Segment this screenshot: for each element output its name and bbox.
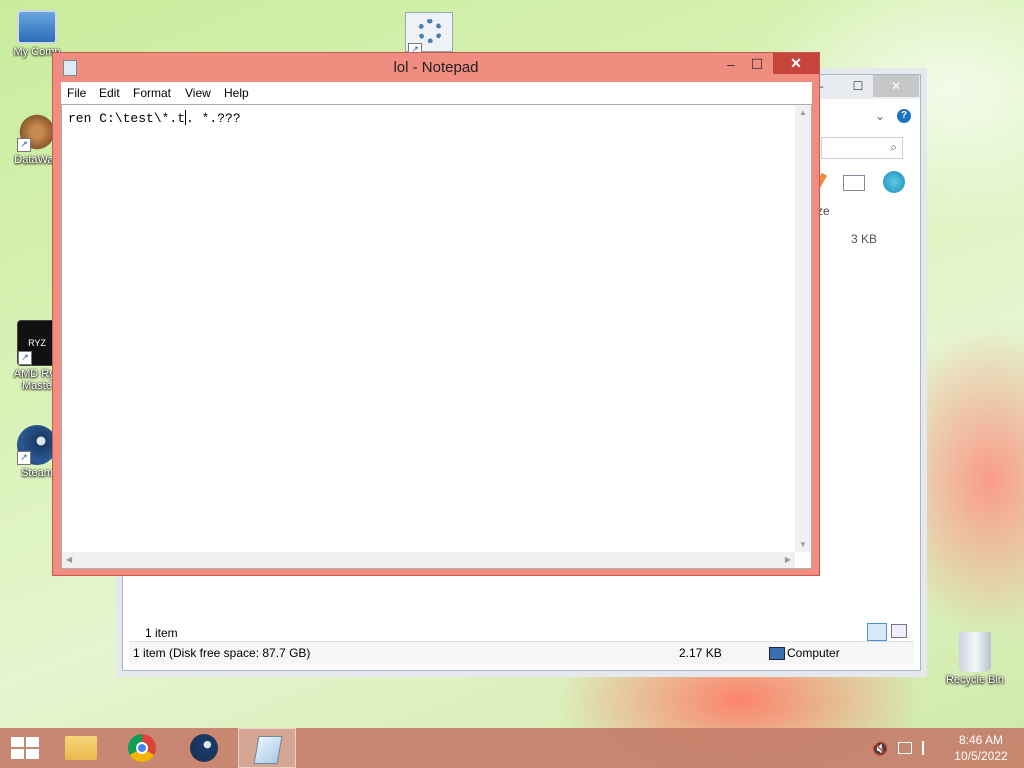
clock[interactable]: 8:46 AM 10/5/2022 [946,728,1016,768]
status-size: 2.17 KB [679,646,722,660]
close-button[interactable]: ✕ [773,53,819,74]
shell-icon[interactable] [883,171,905,193]
scroll-up-icon[interactable]: ▲ [799,108,807,117]
minimize-button[interactable]: – [717,54,745,76]
chevron-down-icon[interactable]: ⌄ [875,109,885,123]
details-view-icon[interactable] [867,623,887,641]
steam-icon [190,734,218,762]
scroll-left-icon[interactable]: ◀ [66,555,72,564]
explorer-search-box[interactable]: ⌕ [821,137,903,159]
text-after-caret: . *.??? [186,111,241,126]
desktop-icon-settings-shortcut[interactable]: ↗ [405,12,453,57]
windows-logo-icon [11,737,39,759]
taskbar-notepad[interactable] [238,728,296,768]
volume-muted-icon[interactable]: 🔇 [872,741,888,756]
taskbar-file-explorer[interactable] [52,728,110,768]
start-button[interactable] [0,728,48,768]
steam-icon: ↗ [17,425,57,465]
desktop-icon-recycle-bin[interactable]: Recycle Bin [938,632,1012,686]
desktop-icon-label: Recycle Bin [945,674,1005,686]
explorer-status-bar: 1 item (Disk free space: 87.7 GB) 2.17 K… [129,641,914,664]
tiles-view-icon[interactable] [891,624,907,638]
taskbar-steam[interactable] [176,728,234,768]
action-center-flag-icon[interactable] [922,741,936,755]
search-icon: ⌕ [890,140,897,154]
vertical-scrollbar[interactable]: ▲ ▼ [795,105,811,552]
menu-format[interactable]: Format [133,86,171,100]
status-disk-free: 1 item (Disk free space: 87.7 GB) [133,646,311,660]
rename-icon[interactable] [843,175,865,191]
computer-icon [17,10,57,44]
horizontal-scrollbar[interactable]: ◀ ▶ [62,552,795,568]
explorer-close-button[interactable]: ✕ [873,75,919,97]
clock-date: 10/5/2022 [954,749,1008,763]
scroll-right-icon[interactable]: ▶ [785,555,791,564]
scroll-down-icon[interactable]: ▼ [799,540,807,549]
computer-icon [769,647,785,660]
shortcut-arrow-icon: ↗ [17,451,31,465]
file-size-value: 3 KB [851,232,878,246]
menu-help[interactable]: Help [224,86,249,100]
shortcut-arrow-icon: ↗ [17,138,31,152]
text-before-caret: ren C:\test\*.t [68,111,186,126]
menu-edit[interactable]: Edit [99,86,120,100]
shortcut-arrow-icon: ↗ [18,351,32,365]
datawagon-icon: ↗ [17,112,57,152]
taskbar: 🔇 8:46 AM 10/5/2022 [0,728,1024,768]
maximize-button[interactable]: ☐ [743,54,771,76]
menu-view[interactable]: View [185,86,211,100]
status-location: Computer [787,646,840,660]
recycle-bin-icon [959,632,991,672]
clock-time: 8:46 AM [958,733,1004,747]
explorer-maximize-button[interactable]: ☐ [841,75,875,97]
menu-bar: File Edit Format View Help [61,82,812,104]
item-count: 1 item [145,626,178,640]
menu-file[interactable]: File [67,86,86,100]
chrome-icon [128,734,156,762]
network-icon[interactable] [898,742,912,754]
notepad-icon [253,736,283,764]
editor-content[interactable]: ren C:\test\*.t. *.??? [68,110,241,126]
taskbar-chrome[interactable] [114,728,172,768]
gear-icon [418,19,442,43]
help-icon[interactable]: ? [897,109,911,123]
text-editor[interactable]: ren C:\test\*.t. *.??? ▲ ▼ ◀ ▶ [61,104,812,569]
notepad-window[interactable]: lol - Notepad – ☐ ✕ File Edit Format Vie… [52,52,820,576]
window-title: lol - Notepad [393,59,479,76]
folder-icon [65,736,97,760]
amd-ryzen-icon: RYZ ↗ [17,320,57,366]
desktop-icon-my-computer[interactable]: My Comp [0,10,74,58]
